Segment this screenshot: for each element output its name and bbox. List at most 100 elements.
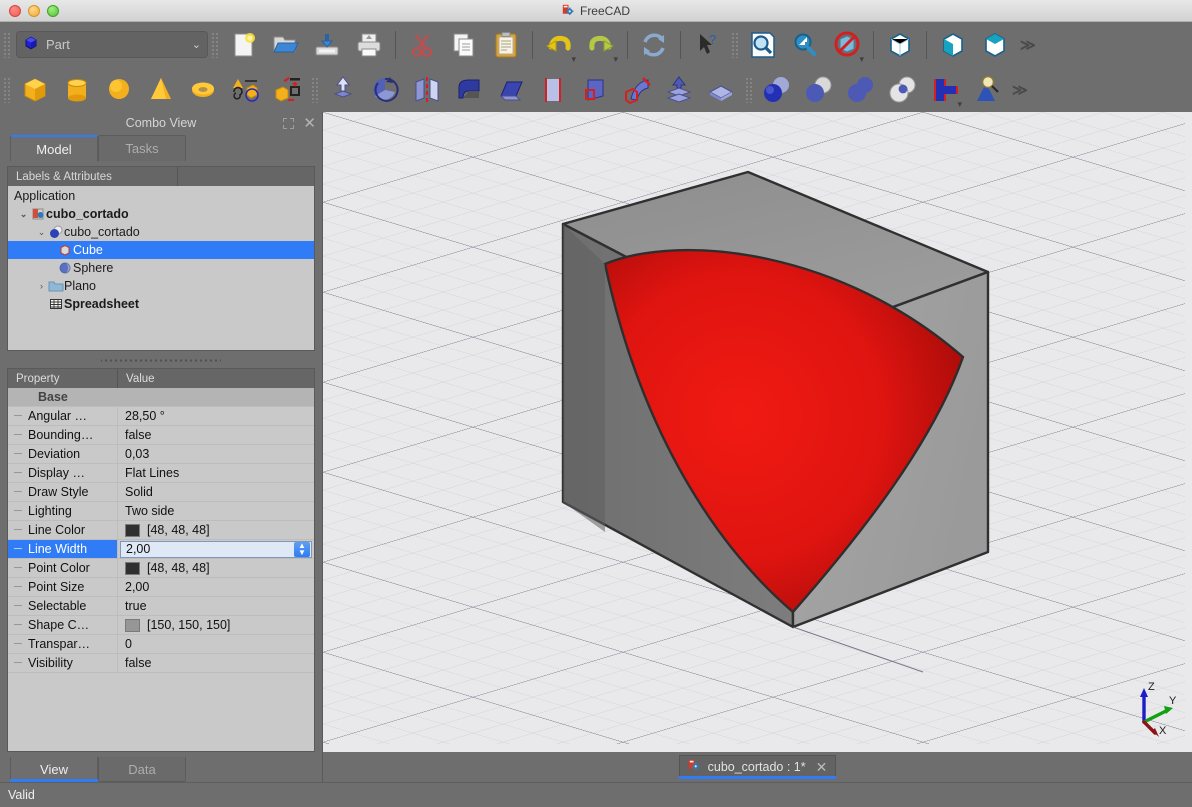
tab-view[interactable]: View [10,757,98,782]
property-row-bounding-box[interactable]: ─ Bounding… false [8,426,314,445]
whats-this-button[interactable]: ? [686,25,728,65]
part-workbench-icon [23,35,39,54]
float-panel-icon[interactable] [283,117,295,129]
new-document-button[interactable] [222,25,264,65]
combo-view-title: Combo View [125,116,197,130]
top-view-button[interactable] [974,25,1016,65]
line-width-spinbox[interactable]: 2,00 ▲ ▼ [120,540,312,558]
tree-item-cut-feature[interactable]: ⌄ cubo_cortado [8,223,314,241]
copy-button[interactable] [443,25,485,65]
tree-item-cube[interactable]: Cube [8,241,314,259]
toolbar-grip-part-ops[interactable] [311,76,319,103]
cut-shape-button[interactable] [798,70,840,110]
cross-sections-button[interactable] [700,70,742,110]
document-tab[interactable]: cubo_cortado : 1* ✕ [678,755,837,779]
open-document-button[interactable] [264,25,306,65]
loft-button[interactable] [574,70,616,110]
tree-item-label: Application [14,189,76,203]
property-row-transparency[interactable]: ─ Transpar… 0 [8,635,314,654]
paste-button[interactable] [485,25,527,65]
cylinder-button[interactable] [56,70,98,110]
print-document-button[interactable] [348,25,390,65]
fillet-button[interactable] [448,70,490,110]
cut-button[interactable] [401,25,443,65]
mirror-button[interactable] [406,70,448,110]
chamfer-button[interactable] [490,70,532,110]
toolbar-grip-file[interactable] [211,31,219,58]
cone-button[interactable] [140,70,182,110]
tab-data[interactable]: Data [98,757,186,782]
property-row-visibility[interactable]: ─ Visibility false [8,654,314,673]
tree-item-document[interactable]: ⌄ cubo_cortado [8,205,314,223]
sweep-button[interactable] [616,70,658,110]
tree-item-application[interactable]: Application [8,187,314,205]
fit-all-button[interactable] [742,25,784,65]
property-row-angular-deflection[interactable]: ─ Angular … 28,50 ° [8,407,314,426]
tab-tasks[interactable]: Tasks [98,135,186,161]
color-swatch[interactable] [125,561,140,575]
shape-builder-button[interactable] [266,70,308,110]
tree-item-label: Sphere [73,261,114,275]
tree-item-plano[interactable]: › Plano [8,277,314,295]
check-geometry-button[interactable] [966,70,1008,110]
section-button[interactable] [658,70,700,110]
box-button[interactable] [14,70,56,110]
property-row-line-color[interactable]: ─ Line Color [48, 48, 48] [8,521,314,540]
tree-item-sphere[interactable]: Sphere [8,259,314,277]
union-button[interactable] [840,70,882,110]
refresh-button[interactable] [633,25,675,65]
property-rows: Base ─ Angular … 28,50 ° ─ Bounding… false… [8,388,314,673]
property-row-shape-color[interactable]: ─ Shape C… [150, 150, 150] [8,616,314,635]
property-row-line-width[interactable]: ─ Line Width 2,00 ▲ ▼ [8,540,314,559]
create-primitives-button[interactable] [224,70,266,110]
color-swatch[interactable] [125,618,140,632]
chevron-down-icon[interactable]: ▾ [957,99,962,109]
chevron-down-icon[interactable]: ▾ [571,54,576,64]
extrude-button[interactable] [322,70,364,110]
tab-model[interactable]: Model [10,135,98,161]
ruled-surface-button[interactable] [532,70,574,110]
chevron-down-icon[interactable]: ▾ [613,54,618,64]
close-icon[interactable]: ✕ [303,116,316,131]
toolbar-overflow-button-2[interactable]: ≫ [1008,81,1030,99]
property-row-point-size[interactable]: ─ Point Size 2,00 [8,578,314,597]
axonometric-view-button[interactable] [879,25,921,65]
join-connect-button[interactable]: ▾ [924,70,966,110]
fit-selection-button[interactable] [784,25,826,65]
spinbox-arrows[interactable]: ▲ ▼ [294,541,310,557]
toolbar-grip-view[interactable] [731,31,739,58]
toolbar-grip-boolean[interactable] [745,76,753,103]
property-row-draw-style[interactable]: ─ Draw Style Solid [8,483,314,502]
toolbar-grip[interactable] [3,31,11,58]
intersection-button[interactable] [882,70,924,110]
spinbox-down-icon[interactable]: ▼ [298,549,306,557]
color-swatch[interactable] [125,523,140,537]
save-document-button[interactable] [306,25,348,65]
property-row-selectable[interactable]: ─ Selectable true [8,597,314,616]
3d-view[interactable]: Z Y X [323,112,1192,752]
torus-button[interactable] [182,70,224,110]
property-row-deviation[interactable]: ─ Deviation 0,03 [8,445,314,464]
chevron-down-icon[interactable]: ⌄ [192,38,201,51]
toolbar-grip-primitives[interactable] [3,76,11,103]
workbench-selector[interactable]: Part ⌄ [16,31,208,58]
chevron-right-icon[interactable]: › [36,281,47,291]
draw-style-button[interactable]: ▾ [826,25,868,65]
undo-button[interactable]: ▾ [538,25,580,65]
redo-button[interactable]: ▾ [580,25,622,65]
property-row-point-color[interactable]: ─ Point Color [48, 48, 48] [8,559,314,578]
chevron-down-icon[interactable]: ⌄ [18,209,29,220]
property-row-display-mode[interactable]: ─ Display … Flat Lines [8,464,314,483]
tree-item-spreadsheet[interactable]: Spreadsheet [8,295,314,313]
chevron-down-icon[interactable]: ▾ [859,54,864,64]
sphere-button[interactable] [98,70,140,110]
revolve-button[interactable] [364,70,406,110]
close-icon[interactable]: ✕ [816,759,828,776]
property-row-lighting[interactable]: ─ Lighting Two side [8,502,314,521]
toolbar-overflow-button[interactable]: ≫ [1016,36,1038,54]
property-name: Deviation [28,447,81,461]
front-view-button[interactable] [932,25,974,65]
boolean-button[interactable] [756,70,798,110]
chevron-down-icon[interactable]: ⌄ [36,227,47,238]
panel-splitter[interactable] [101,354,221,366]
